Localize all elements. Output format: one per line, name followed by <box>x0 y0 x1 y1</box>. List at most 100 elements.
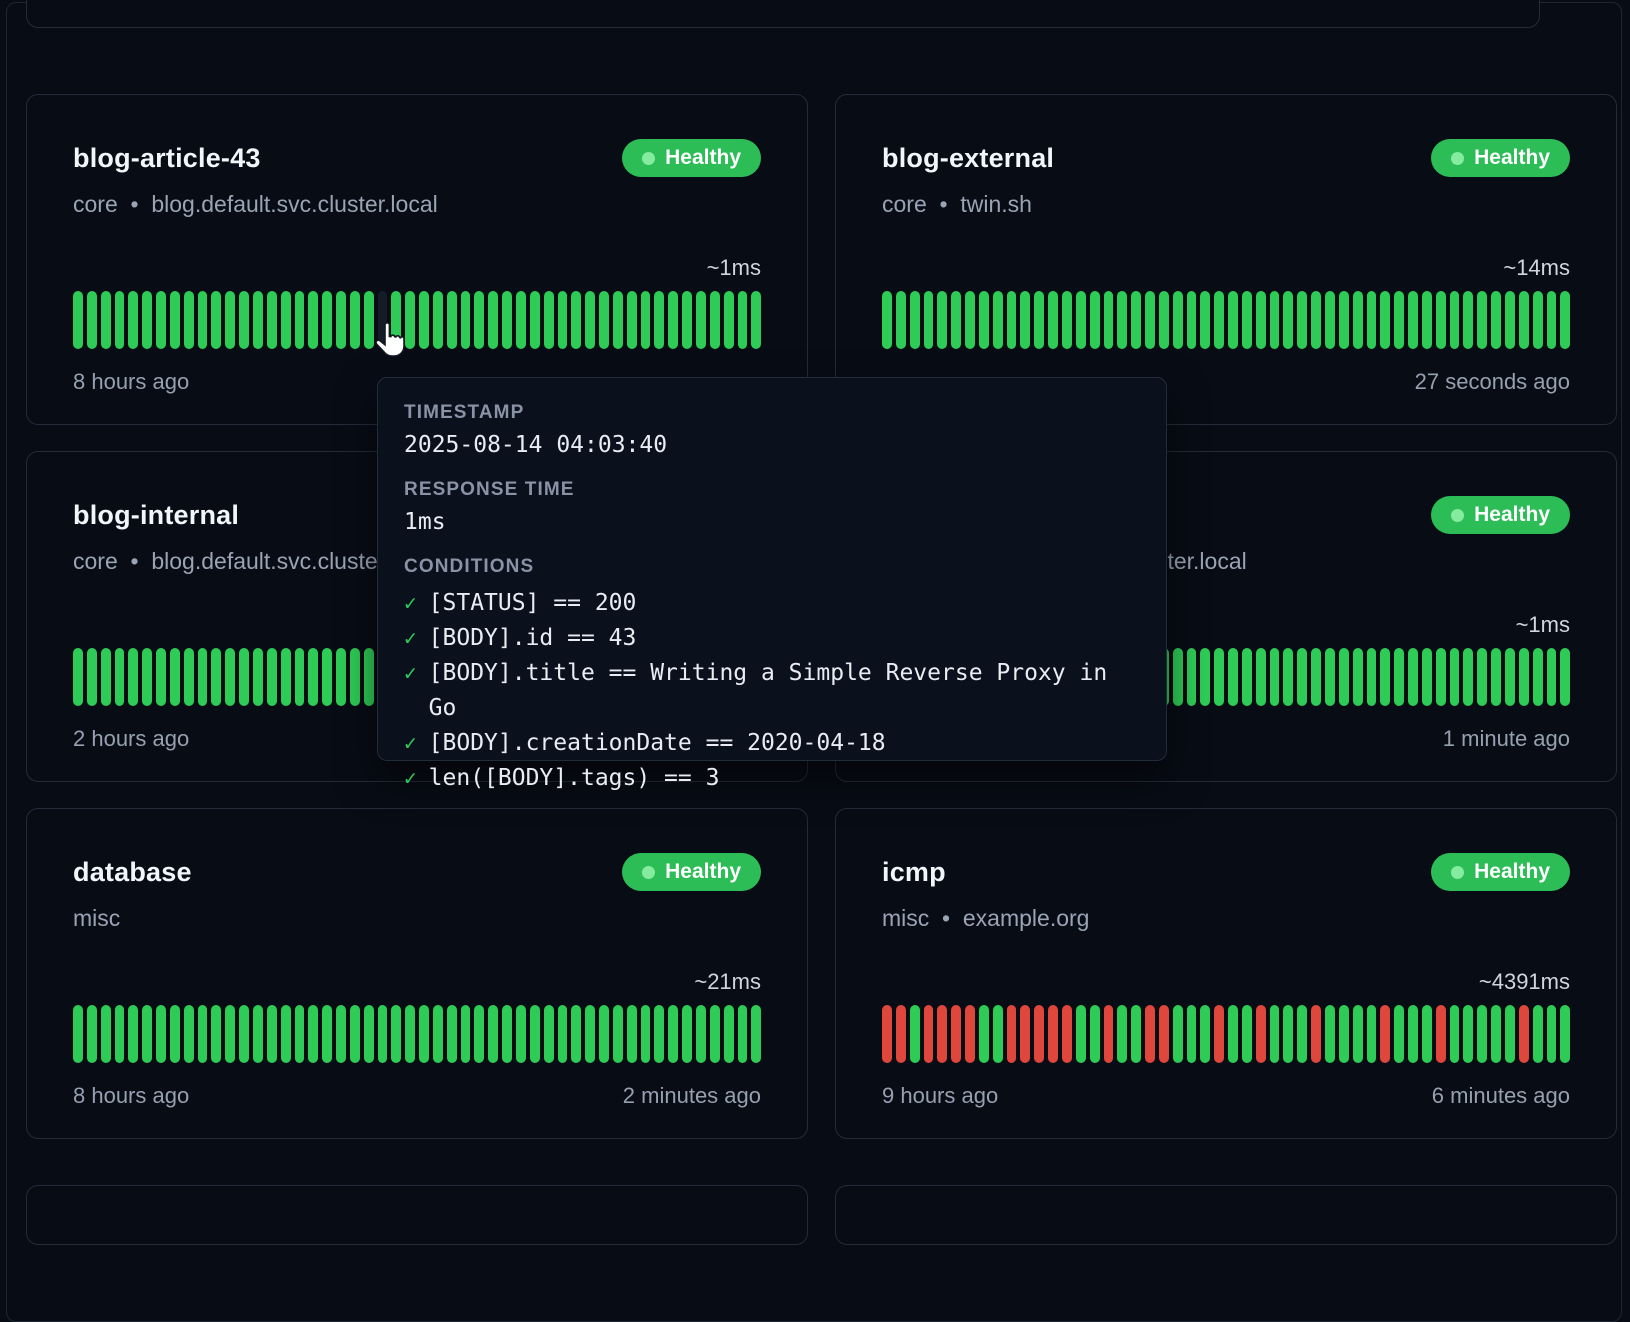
uptime-bar[interactable] <box>1325 291 1335 349</box>
uptime-bar[interactable] <box>1034 1005 1044 1063</box>
uptime-bar[interactable] <box>613 291 623 349</box>
uptime-bar[interactable] <box>1187 648 1197 706</box>
uptime-bars[interactable] <box>73 291 761 349</box>
uptime-bar[interactable] <box>225 648 235 706</box>
uptime-bar[interactable] <box>198 291 208 349</box>
service-card-blog-article-43[interactable]: blog-article-43 Healthy core • blog.defa… <box>26 94 808 425</box>
uptime-bar[interactable] <box>924 291 934 349</box>
uptime-bar[interactable] <box>1436 291 1446 349</box>
uptime-bar[interactable] <box>1270 1005 1280 1063</box>
uptime-bar[interactable] <box>1422 648 1432 706</box>
uptime-bar[interactable] <box>391 1005 401 1063</box>
uptime-bar[interactable] <box>156 291 166 349</box>
uptime-bar[interactable] <box>101 1005 111 1063</box>
uptime-bar[interactable] <box>599 1005 609 1063</box>
uptime-bar[interactable] <box>128 291 138 349</box>
uptime-bar[interactable] <box>1214 291 1224 349</box>
uptime-bar[interactable] <box>184 1005 194 1063</box>
uptime-bar[interactable] <box>1436 1005 1446 1063</box>
uptime-bar[interactable] <box>1519 291 1529 349</box>
uptime-bar[interactable] <box>1394 291 1404 349</box>
uptime-bar[interactable] <box>1076 1005 1086 1063</box>
uptime-bar[interactable] <box>1394 648 1404 706</box>
uptime-bar[interactable] <box>1367 291 1377 349</box>
uptime-bar[interactable] <box>1187 1005 1197 1063</box>
uptime-bar[interactable] <box>405 291 415 349</box>
uptime-bar[interactable] <box>198 648 208 706</box>
uptime-bar[interactable] <box>336 291 346 349</box>
uptime-bar[interactable] <box>627 1005 637 1063</box>
uptime-bar[interactable] <box>696 1005 706 1063</box>
uptime-bar[interactable] <box>1367 648 1377 706</box>
uptime-bar[interactable] <box>115 291 125 349</box>
uptime-bar[interactable] <box>1242 648 1252 706</box>
uptime-bar[interactable] <box>225 291 235 349</box>
uptime-bar[interactable] <box>1450 1005 1460 1063</box>
uptime-bar[interactable] <box>73 648 83 706</box>
uptime-bar[interactable] <box>751 1005 761 1063</box>
uptime-bar[interactable] <box>993 1005 1003 1063</box>
uptime-bar[interactable] <box>170 291 180 349</box>
uptime-bar[interactable] <box>571 291 581 349</box>
uptime-bar[interactable] <box>1505 648 1515 706</box>
uptime-bar[interactable] <box>951 291 961 349</box>
uptime-bar[interactable] <box>128 1005 138 1063</box>
service-card-database[interactable]: database Healthy misc ~21ms 8 hours ago … <box>26 808 808 1139</box>
uptime-bar[interactable] <box>170 1005 180 1063</box>
uptime-bar[interactable] <box>295 291 305 349</box>
uptime-bar[interactable] <box>1450 648 1460 706</box>
uptime-bar[interactable] <box>1491 291 1501 349</box>
uptime-bars[interactable] <box>73 1005 761 1063</box>
uptime-bar[interactable] <box>530 291 540 349</box>
uptime-bar[interactable] <box>1394 1005 1404 1063</box>
uptime-bar[interactable] <box>502 1005 512 1063</box>
uptime-bar[interactable] <box>1505 1005 1515 1063</box>
uptime-bar[interactable] <box>530 1005 540 1063</box>
uptime-bar[interactable] <box>1297 1005 1307 1063</box>
uptime-bar[interactable] <box>281 1005 291 1063</box>
uptime-bar[interactable] <box>1270 648 1280 706</box>
uptime-bar[interactable] <box>391 291 401 349</box>
uptime-bar[interactable] <box>1104 1005 1114 1063</box>
uptime-bar[interactable] <box>613 1005 623 1063</box>
uptime-bars[interactable] <box>882 1005 1570 1063</box>
uptime-bar[interactable] <box>322 648 332 706</box>
uptime-bar[interactable] <box>1145 291 1155 349</box>
uptime-bar[interactable] <box>1519 648 1529 706</box>
uptime-bar[interactable] <box>571 1005 581 1063</box>
uptime-bar[interactable] <box>1325 1005 1335 1063</box>
uptime-bar[interactable] <box>350 1005 360 1063</box>
uptime-bar[interactable] <box>170 648 180 706</box>
uptime-bar[interactable] <box>682 1005 692 1063</box>
uptime-bar[interactable] <box>627 291 637 349</box>
uptime-bar[interactable] <box>1533 291 1543 349</box>
uptime-bar[interactable] <box>1200 1005 1210 1063</box>
uptime-bar[interactable] <box>1353 1005 1363 1063</box>
uptime-bar[interactable] <box>1034 291 1044 349</box>
uptime-bar[interactable] <box>184 291 194 349</box>
uptime-bar[interactable] <box>474 291 484 349</box>
uptime-bar[interactable] <box>1173 291 1183 349</box>
uptime-bar[interactable] <box>1048 291 1058 349</box>
uptime-bar[interactable] <box>378 1005 388 1063</box>
uptime-bar[interactable] <box>1519 1005 1529 1063</box>
uptime-bar[interactable] <box>1090 291 1100 349</box>
uptime-bar[interactable] <box>993 291 1003 349</box>
uptime-bar[interactable] <box>1062 1005 1072 1063</box>
uptime-bar[interactable] <box>73 291 83 349</box>
uptime-bar[interactable] <box>1491 1005 1501 1063</box>
uptime-bar[interactable] <box>696 291 706 349</box>
uptime-bar[interactable] <box>1491 648 1501 706</box>
uptime-bar[interactable] <box>1463 291 1473 349</box>
uptime-bar[interactable] <box>156 648 166 706</box>
uptime-bar[interactable] <box>951 1005 961 1063</box>
uptime-bar[interactable] <box>1560 291 1570 349</box>
service-card-blog-external[interactable]: blog-external Healthy core • twin.sh ~14… <box>835 94 1617 425</box>
uptime-bar[interactable] <box>882 291 892 349</box>
uptime-bar[interactable] <box>142 648 152 706</box>
uptime-bar[interactable] <box>433 291 443 349</box>
uptime-bar[interactable] <box>405 1005 415 1063</box>
uptime-bar[interactable] <box>1408 648 1418 706</box>
uptime-bar[interactable] <box>73 1005 83 1063</box>
uptime-bar[interactable] <box>308 1005 318 1063</box>
